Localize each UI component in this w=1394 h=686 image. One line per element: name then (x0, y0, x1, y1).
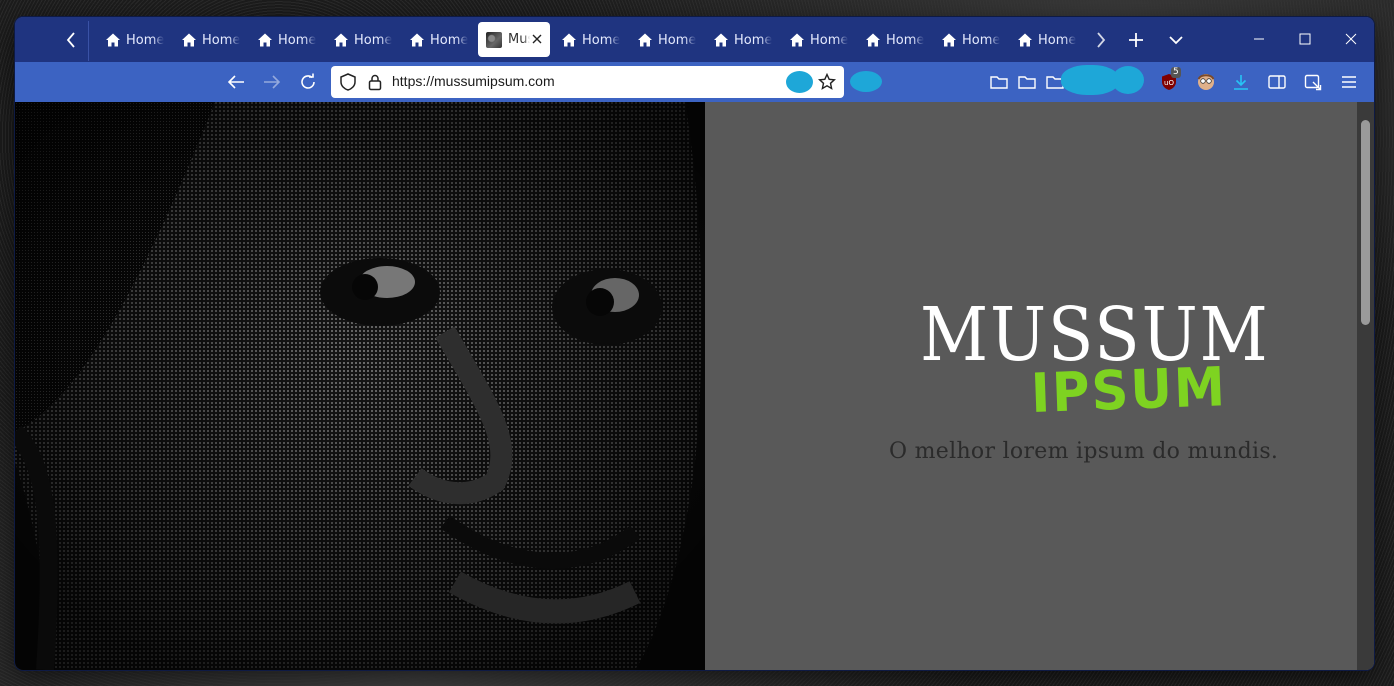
new-tab-button[interactable] (1121, 25, 1151, 55)
site-thumbnail-icon (486, 31, 502, 48)
tab-home[interactable]: Home (327, 24, 397, 56)
sidebar-toggle-button[interactable] (1267, 72, 1287, 92)
tab-home[interactable]: Home (555, 24, 625, 56)
svg-text:uO: uO (1164, 79, 1174, 87)
home-icon (941, 32, 957, 48)
page-content: MUSSUM IPSUM O melhor lorem ipsum do mun… (15, 102, 1374, 670)
tab-home[interactable]: Home (251, 24, 321, 56)
home-icon (789, 32, 805, 48)
tab-home[interactable]: Home (707, 24, 777, 56)
arrow-right-icon (264, 75, 281, 89)
redacted-bookmark-label (1061, 65, 1119, 95)
tab-label: Home (430, 32, 468, 48)
hero-subtitle: IPSUM (1029, 355, 1228, 425)
chevron-left-icon (66, 32, 75, 48)
browser-window: Home Home Home Home Home Mussum Ipsum Home Home… (15, 17, 1374, 670)
home-icon (713, 32, 729, 48)
hero-portrait-image (15, 102, 705, 670)
sidebar-icon (1268, 75, 1286, 89)
home-icon (637, 32, 653, 48)
tab-label: Home (278, 32, 316, 48)
redacted-toolbar-icon (850, 71, 882, 92)
tab-label: Home (1038, 32, 1076, 48)
page-scrollbar[interactable] (1357, 102, 1374, 670)
tab-home[interactable]: Home (935, 24, 1005, 56)
reload-icon (301, 73, 315, 89)
screenshot-button[interactable] (1303, 72, 1323, 92)
tab-home[interactable]: Home (859, 24, 929, 56)
scroll-tabs-right-button[interactable] (1087, 25, 1115, 55)
tab-home[interactable]: Home (175, 24, 245, 56)
maximize-icon (1299, 33, 1311, 45)
home-icon (1017, 32, 1033, 48)
tab-label: Home (810, 32, 848, 48)
screenshot-icon (1304, 74, 1322, 91)
extension-badge: 5 (1171, 67, 1181, 78)
tab-home[interactable]: Home (631, 24, 701, 56)
address-bar[interactable]: https://mussumipsum.com (331, 66, 844, 98)
close-icon (1345, 33, 1357, 45)
tab-label: Home (202, 32, 240, 48)
tab-home[interactable]: Home (783, 24, 853, 56)
tab-label: Home (658, 32, 696, 48)
close-tab-button[interactable] (532, 32, 542, 48)
close-icon (532, 34, 542, 43)
home-icon (865, 32, 881, 48)
maximize-button[interactable] (1285, 23, 1325, 55)
tracking-protection-shield-icon[interactable] (339, 73, 357, 91)
home-icon (409, 32, 425, 48)
reload-button[interactable] (293, 68, 323, 96)
back-button[interactable] (221, 68, 251, 96)
tab-separator (88, 21, 89, 61)
tab-bar: Home Home Home Home Home Mussum Ipsum Home Home… (15, 17, 1374, 62)
redacted-extension-icon (786, 71, 813, 93)
minimize-button[interactable] (1239, 23, 1279, 55)
list-all-tabs-button[interactable] (1161, 25, 1191, 55)
tab-label: Home (962, 32, 1000, 48)
tab-label: Mussum Ipsum (508, 32, 530, 47)
tab-label: Home (354, 32, 392, 48)
bookmark-folder-2-button[interactable] (1017, 72, 1037, 92)
arrow-left-icon (227, 75, 244, 89)
bookmark-folder-1-button[interactable] (989, 72, 1009, 92)
downloads-button[interactable] (1231, 72, 1251, 92)
home-icon (257, 32, 273, 48)
home-icon (105, 32, 121, 48)
home-icon (333, 32, 349, 48)
scrollbar-thumb[interactable] (1361, 120, 1370, 325)
redacted-bookmark-label-2 (1112, 66, 1144, 94)
avatar-icon (1197, 74, 1215, 90)
folder-icon (990, 76, 1008, 89)
hero-tagline: O melhor lorem ipsum do mundis. (889, 439, 1279, 464)
bookmark-star-icon[interactable] (817, 72, 837, 91)
folder-icon (1018, 76, 1036, 89)
plus-icon (1129, 33, 1143, 47)
chevron-right-icon (1097, 32, 1106, 48)
tab-active[interactable]: Mussum Ipsum (478, 22, 550, 57)
tab-label: Home (582, 32, 620, 48)
home-icon (181, 32, 197, 48)
avatar-extension-button[interactable] (1196, 72, 1216, 92)
tab-home[interactable]: Home (99, 24, 169, 56)
navigation-toolbar: https://mussumipsum.com uO 5 (15, 62, 1374, 102)
minimize-icon (1254, 38, 1264, 40)
tab-label: Home (734, 32, 772, 48)
app-menu-button[interactable] (1339, 72, 1359, 92)
download-icon (1234, 75, 1248, 90)
url-text[interactable]: https://mussumipsum.com (392, 73, 555, 89)
close-window-button[interactable] (1331, 23, 1371, 55)
tab-home[interactable]: Home (1011, 24, 1081, 56)
lock-icon[interactable] (366, 73, 384, 91)
home-icon (561, 32, 577, 48)
chevron-down-icon (1169, 36, 1183, 45)
hamburger-menu-icon (1342, 76, 1356, 88)
tab-label: Home (886, 32, 924, 48)
tab-home[interactable]: Home (403, 24, 473, 56)
scroll-tabs-left-button[interactable] (57, 25, 85, 55)
forward-button[interactable] (257, 68, 287, 96)
tab-label: Home (126, 32, 164, 48)
